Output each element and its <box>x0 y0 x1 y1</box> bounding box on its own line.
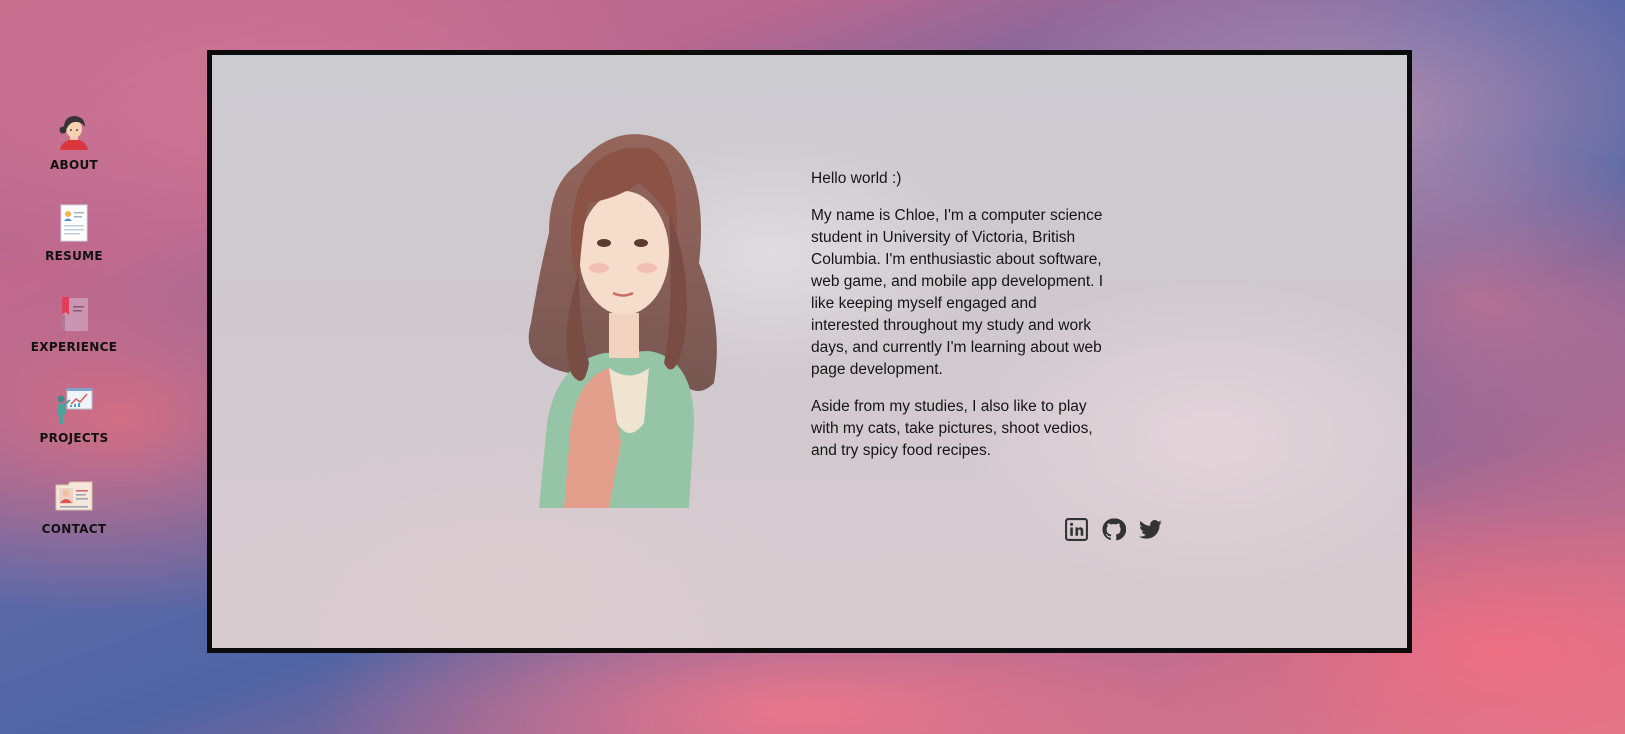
nav-item-resume[interactable]: RESUME <box>24 203 124 294</box>
bio-greeting: Hello world :) <box>811 170 902 187</box>
bio-section: Hello world :) My name is Chloe, I'm a c… <box>811 168 1107 477</box>
twitter-icon[interactable] <box>1138 517 1163 542</box>
sidebar-nav: ABOUT RESUME EXPERIENCE PROJECTS CONTACT <box>24 112 124 567</box>
nav-item-experience[interactable]: EXPERIENCE <box>24 294 124 385</box>
nav-label-projects: PROJECTS <box>39 431 109 445</box>
bio-paragraph-intro: My name is Chloe, I'm a computer science… <box>811 207 1104 378</box>
social-links <box>1064 517 1163 542</box>
bio-paragraph-hobbies: Aside from my studies, I also like to pl… <box>811 398 1093 459</box>
nav-label-experience: EXPERIENCE <box>30 340 118 354</box>
portrait-illustration <box>528 134 717 508</box>
avatar-icon <box>59 116 88 150</box>
book-icon <box>62 297 88 331</box>
nav-label-resume: RESUME <box>45 249 103 263</box>
resume-icon <box>60 204 88 242</box>
linkedin-icon[interactable] <box>1064 517 1089 542</box>
nav-label-contact: CONTACT <box>41 522 107 536</box>
presentation-icon <box>57 388 93 424</box>
id-card-icon <box>55 481 93 511</box>
nav-item-contact[interactable]: CONTACT <box>24 476 124 567</box>
nav-item-projects[interactable]: PROJECTS <box>24 385 124 476</box>
nav-item-about[interactable]: ABOUT <box>24 112 124 203</box>
about-panel: Hello world :) My name is Chloe, I'm a c… <box>207 50 1412 653</box>
github-icon[interactable] <box>1101 517 1126 542</box>
nav-label-about: ABOUT <box>49 158 99 172</box>
